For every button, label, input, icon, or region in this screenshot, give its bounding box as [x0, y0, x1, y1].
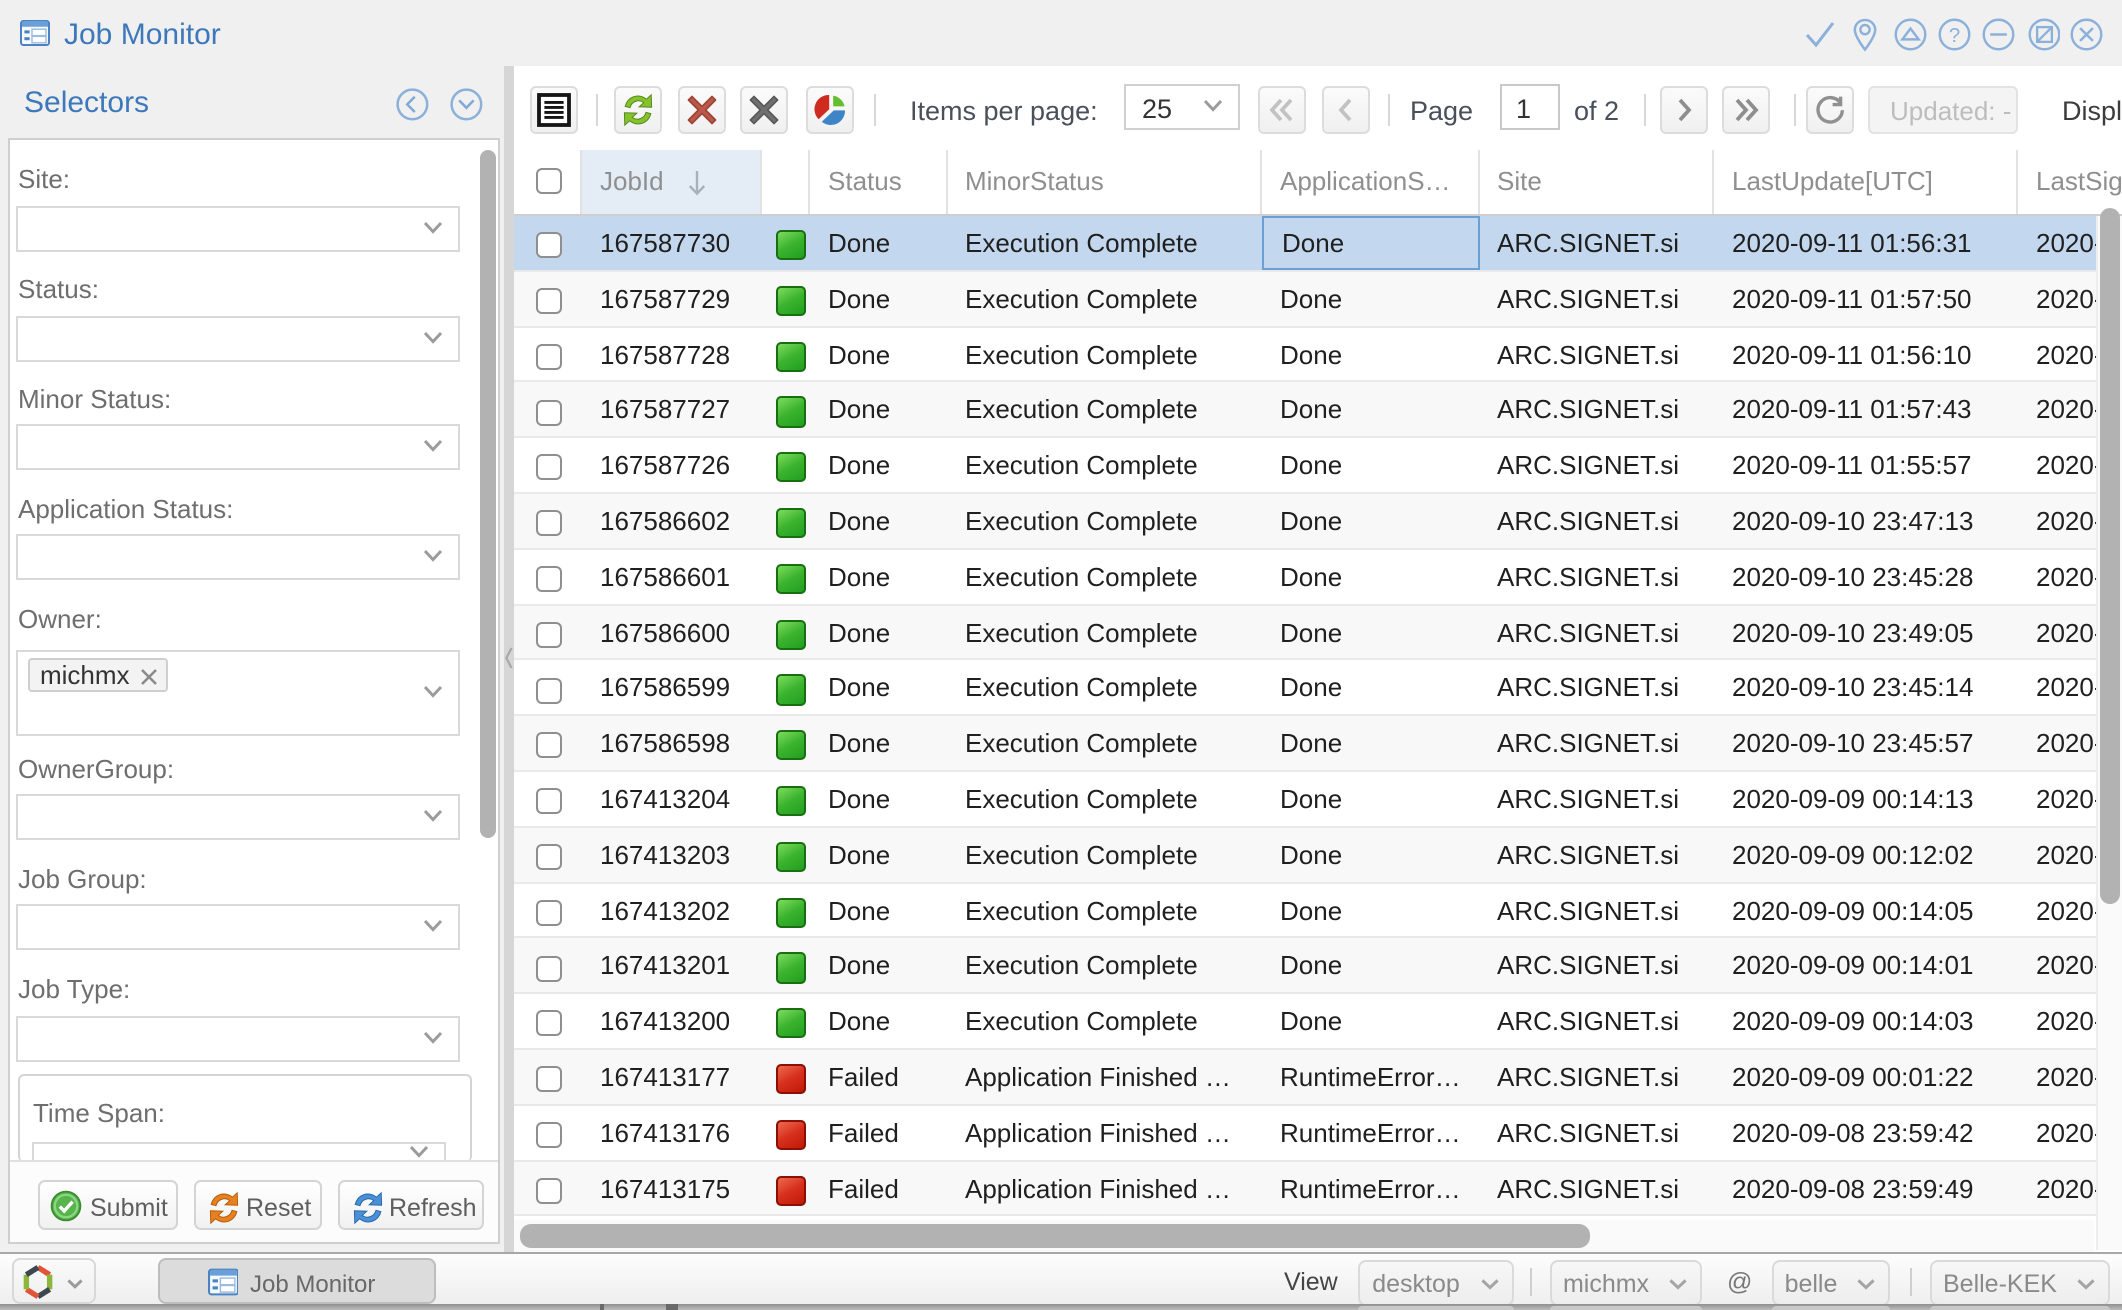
- svg-text:?: ?: [1949, 25, 1960, 47]
